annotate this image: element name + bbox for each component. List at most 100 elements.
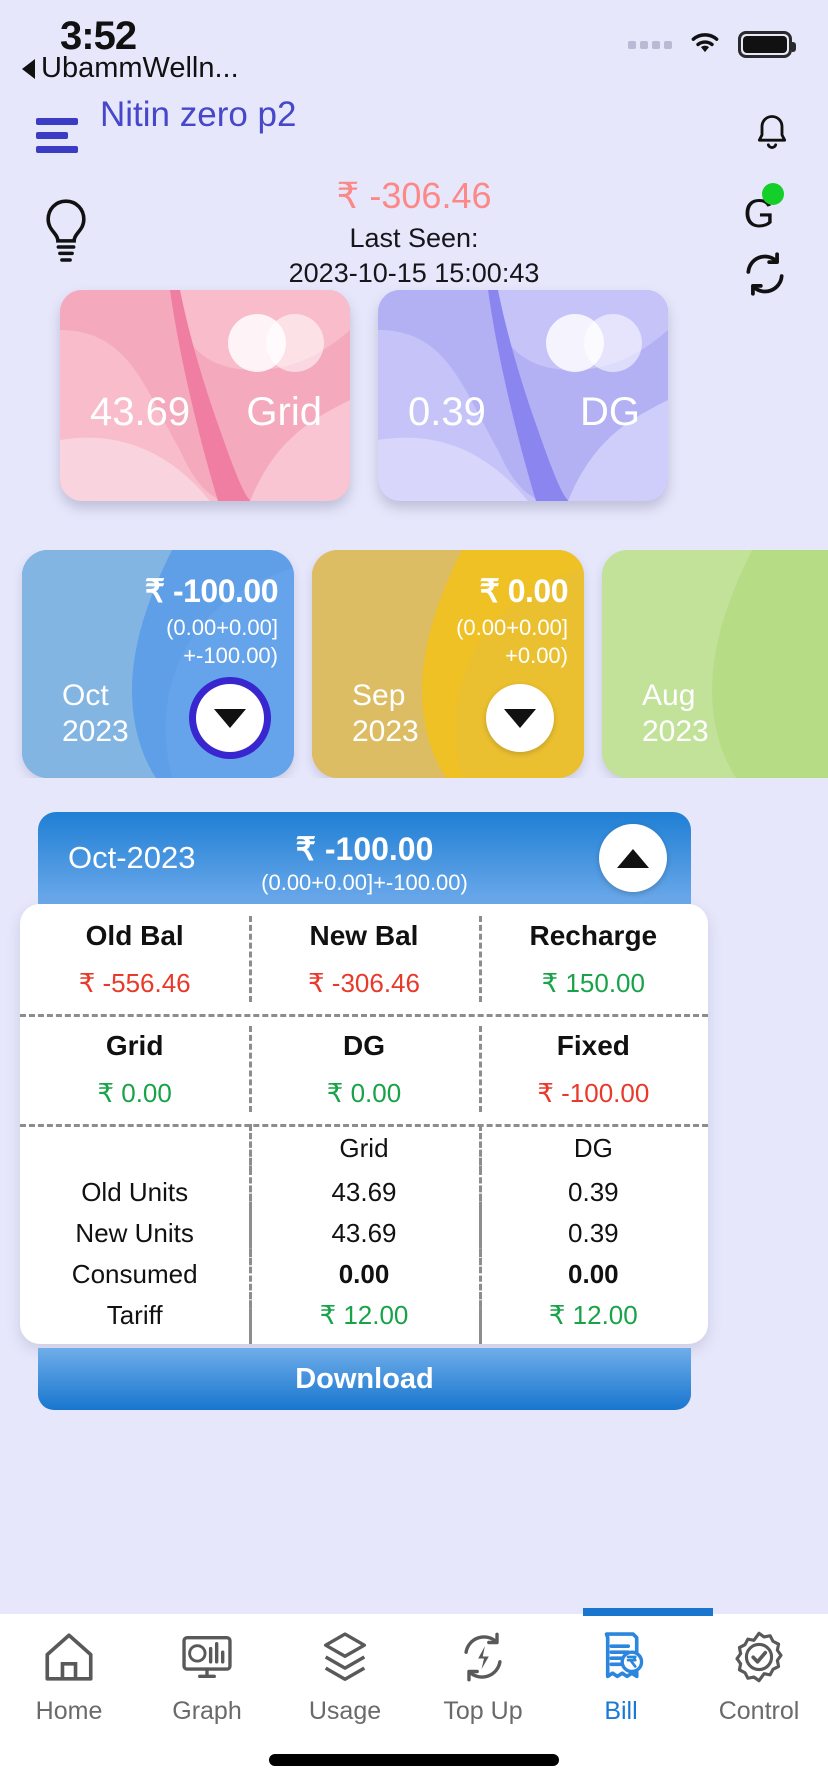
cell-value: ₹ -556.46 [78, 967, 191, 998]
meter-card-dg[interactable]: 0.39 DG [378, 290, 668, 501]
tab-home[interactable]: Home [0, 1628, 138, 1734]
gateway-status-icon[interactable]: G [730, 183, 788, 243]
month-name: Aug [642, 679, 696, 712]
tab-usage[interactable]: Usage [276, 1628, 414, 1734]
month-name: Oct [62, 679, 109, 712]
bill-collapse-button[interactable] [599, 824, 667, 892]
tab-label: Control [718, 1697, 800, 1725]
month-carousel[interactable]: ₹ -100.00 (0.00+0.00] +-100.00) Oct 2023… [0, 550, 828, 778]
bill-header-amount-block: ₹ -100.00 (0.00+0.00]+-100.00) [38, 830, 691, 896]
meter-value: 0.39 [408, 390, 486, 434]
bill-header-breakdown: (0.00+0.00]+-100.00) [261, 870, 468, 895]
month-expand-button-sep[interactable] [486, 684, 554, 752]
cell-label: Grid [105, 1029, 164, 1061]
bill-cell-fixed: Fixed ₹ -100.00 [478, 1014, 708, 1124]
last-seen: Last Seen: 2023-10-15 15:00:43 [0, 221, 828, 291]
cell-label: New Bal [309, 919, 419, 951]
cell-label: Old Bal [85, 919, 184, 951]
units-row-dg: ₹ 12.00 [478, 1292, 708, 1339]
meter-label: DG [580, 390, 640, 434]
month-amount-block: ₹ -100.00 (0.00+0.00] +-100.00) [144, 572, 279, 669]
units-row-label: Old Units [81, 1177, 189, 1207]
units-header-dg: DG [478, 1124, 708, 1172]
cell-value: ₹ 0.00 [326, 1077, 402, 1108]
tab-control[interactable]: Control [690, 1628, 828, 1734]
bill-header-amount: ₹ -100.00 [295, 831, 434, 867]
month-year: 2023 [62, 715, 129, 748]
month-expand-button-oct[interactable] [196, 684, 264, 752]
back-arrow-icon [22, 58, 35, 79]
month-card-sep[interactable]: ₹ 0.00 (0.00+0.00] +0.00) Sep 2023 [312, 550, 584, 778]
month-amount-block: ₹ 0.00 (0.00+0.00] +0.00) [456, 572, 568, 669]
chevron-up-icon [617, 848, 649, 868]
gear-check-icon [730, 1628, 788, 1691]
download-button[interactable]: Download [38, 1348, 691, 1410]
month-amount: ₹ -100.00 [144, 573, 279, 609]
units-row-grid: 43.69 [249, 1210, 478, 1257]
units-row-grid: 0.00 [249, 1251, 478, 1298]
bill-summary-row-1: Old Bal ₹ -556.46 New Bal ₹ -306.46 Rech… [20, 904, 708, 1014]
bill-cell-dg: DG ₹ 0.00 [249, 1014, 478, 1124]
chip-circles-icon [228, 314, 324, 372]
tab-label: Top Up [443, 1697, 523, 1725]
tab-label: Bill [604, 1697, 638, 1725]
bill-summary-row-2: Grid ₹ 0.00 DG ₹ 0.00 Fixed ₹ -100.00 [20, 1014, 708, 1124]
units-row-dg: 0.39 [478, 1169, 708, 1216]
bell-icon[interactable] [752, 112, 792, 161]
tab-topup[interactable]: Top Up [414, 1628, 552, 1734]
monitor-chart-icon [178, 1628, 236, 1691]
cell-label: Recharge [529, 919, 658, 951]
balance-section: ₹ -306.46 Last Seen: 2023-10-15 15:00:43… [0, 175, 828, 296]
units-table: Grid DG Old Units 43.69 0.39 New Units 4… [20, 1124, 708, 1344]
month-breakdown-line1: (0.00+0.00] [456, 615, 568, 640]
month-amount: ₹ 0.00 [479, 573, 568, 609]
meter-card-grid[interactable]: 43.69 Grid [60, 290, 350, 501]
bill-header: Oct-2023 ₹ -100.00 (0.00+0.00]+-100.00) [38, 812, 691, 904]
month-card-aug[interactable]: Aug 2023 [602, 550, 828, 778]
units-row-new: New Units 43.69 0.39 [20, 1210, 708, 1257]
month-name-block: Aug 2023 [642, 678, 709, 750]
back-to-app-link[interactable]: UbammWelln... [22, 52, 239, 85]
units-row-consumed: Consumed 0.00 0.00 [20, 1251, 708, 1298]
tab-graph[interactable]: Graph [138, 1628, 276, 1734]
layers-icon [316, 1628, 374, 1691]
app-header: Nitin zero p2 [0, 95, 828, 178]
online-dot-icon [762, 183, 784, 205]
meter-label: Grid [246, 390, 322, 434]
hamburger-icon[interactable] [36, 118, 78, 160]
month-breakdown-line2: +-100.00) [183, 642, 278, 668]
tab-label: Graph [172, 1697, 242, 1725]
bill-cell-recharge: Recharge ₹ 150.00 [478, 904, 708, 1014]
units-row-old: Old Units 43.69 0.39 [20, 1169, 708, 1216]
last-seen-label: Last Seen: [349, 223, 479, 253]
tab-bill[interactable]: Bill [552, 1628, 690, 1734]
status-indicators [628, 28, 796, 61]
units-row-label: Consumed [71, 1259, 198, 1289]
card-pattern [602, 550, 828, 778]
status-bar: 3:52 UbammWelln... [0, 0, 828, 92]
receipt-icon [592, 1628, 650, 1691]
month-name: Sep [352, 679, 406, 712]
refresh-bolt-icon [454, 1628, 512, 1691]
cell-label: DG [342, 1029, 385, 1061]
bill-cell-old-bal: Old Bal ₹ -556.46 [20, 904, 249, 1014]
month-card-oct[interactable]: ₹ -100.00 (0.00+0.00] +-100.00) Oct 2023 [22, 550, 294, 778]
month-breakdown-line2: +0.00) [505, 642, 568, 668]
cell-value: ₹ 0.00 [97, 1077, 172, 1108]
month-name-block: Oct 2023 [62, 678, 129, 750]
home-icon [40, 1628, 98, 1691]
connection-controls: G [730, 183, 800, 299]
signal-dots-icon [628, 40, 672, 49]
units-header-row: Grid DG [20, 1124, 708, 1172]
tab-label: Usage [308, 1697, 382, 1725]
bill-summary-grid: Old Bal ₹ -556.46 New Bal ₹ -306.46 Rech… [20, 904, 708, 1344]
units-row-label: Tariff [106, 1300, 163, 1330]
bill-details-card: Old Bal ₹ -556.46 New Bal ₹ -306.46 Rech… [20, 904, 708, 1344]
month-breakdown-line1: (0.00+0.00] [166, 615, 278, 640]
wifi-icon [686, 28, 724, 61]
cell-value: ₹ 150.00 [541, 967, 645, 998]
units-row-tariff: Tariff ₹ 12.00 ₹ 12.00 [20, 1292, 708, 1339]
month-year: 2023 [352, 715, 419, 748]
page-title: Nitin zero p2 [100, 95, 297, 134]
cell-label: Fixed [556, 1029, 630, 1061]
